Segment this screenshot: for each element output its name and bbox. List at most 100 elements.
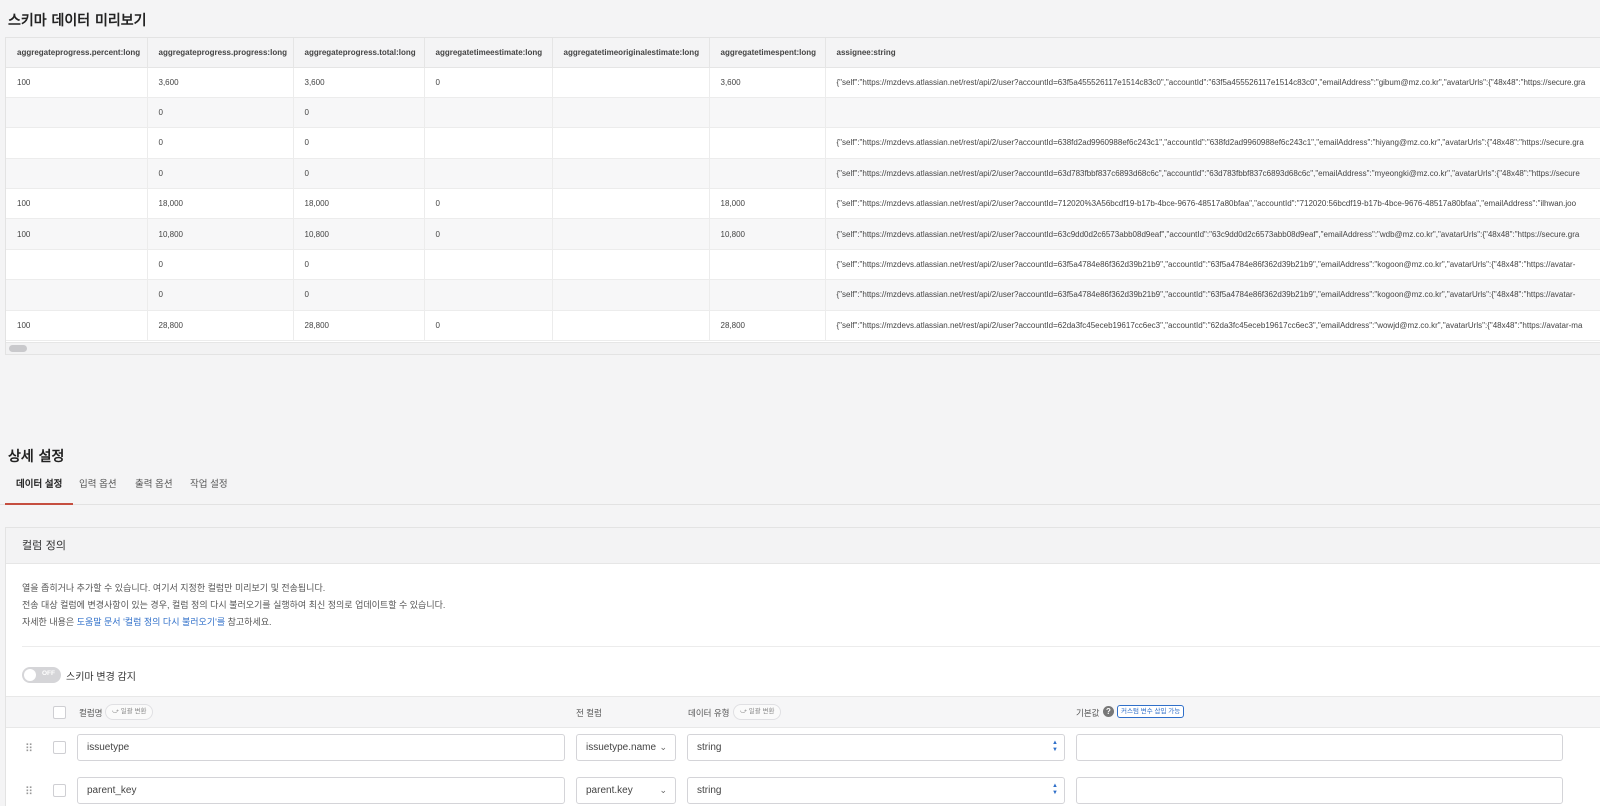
- table-row: 100 18,000 18,000 0 18,000 {"self":"https://m…: [6, 188, 1600, 220]
- preview-table: aggregateprogress.percent:long aggregatep…: [6, 38, 1600, 342]
- chevron-down-icon: ⌄: [659, 785, 667, 795]
- tab-data-settings[interactable]: 데이터 설정: [5, 467, 74, 505]
- data-type-value: string: [697, 742, 722, 753]
- data-type-select[interactable]: string ▲ ▼: [687, 777, 1065, 804]
- help-icon[interactable]: ?: [1103, 706, 1114, 717]
- table-cell: 3,600: [147, 67, 294, 98]
- table-cell: [709, 249, 826, 281]
- data-type-value: string: [697, 785, 722, 796]
- table-cell: [552, 188, 710, 220]
- custom-variable-badge: 커스텀 변수 삽입 가능: [1117, 705, 1185, 718]
- column-header[interactable]: assignee:string: [825, 38, 1600, 68]
- table-cell: 0: [147, 158, 294, 190]
- tab-input-options[interactable]: 입력 옵션: [68, 467, 128, 505]
- table-row: 0 0 {"self":"https://mzdevs.atlassian.net/…: [6, 279, 1600, 311]
- source-column-value: issuetype.name: [586, 742, 657, 753]
- drag-handle-icon[interactable]: ⠿: [25, 785, 33, 798]
- table-row: 00: [6, 97, 1600, 129]
- table-cell: 0: [424, 218, 553, 250]
- table-row: 0 0 {"self":"https://mzdevs.atlassian.net/…: [6, 249, 1600, 281]
- preview-table-container[interactable]: aggregateprogress.percent:long aggregatep…: [5, 37, 1600, 355]
- table-row: 0 0 {"self":"https://mzdevs.atlassian.net/…: [6, 158, 1600, 190]
- table-cell: 3,600: [709, 67, 826, 98]
- column-header[interactable]: aggregatetimespent:long: [709, 38, 826, 68]
- column-row: ⠿ parent_key parent.key ⌄ string ▲ ▼: [6, 771, 1600, 806]
- source-column-select[interactable]: parent.key ⌄: [576, 777, 676, 804]
- table-cell: 3,600: [293, 67, 425, 98]
- table-cell: [424, 249, 553, 281]
- bulk-convert-name-button[interactable]: ⤻ 일괄 변환: [105, 704, 154, 720]
- data-type-header: 데이터 유형: [688, 708, 730, 718]
- table-cell: [709, 127, 826, 159]
- bulk-convert-type-button[interactable]: ⤻ 일괄 변환: [733, 704, 782, 720]
- row-checkbox[interactable]: [53, 741, 66, 754]
- data-type-select[interactable]: string ▲ ▼: [687, 734, 1065, 761]
- table-cell: [709, 97, 826, 129]
- tab-output-options[interactable]: 출력 옵션: [124, 467, 184, 505]
- help-doc-link[interactable]: 도움말 문서 '컬럼 정의 다시 불러오기'를: [77, 617, 225, 627]
- table-cell: [6, 97, 148, 129]
- table-cell: [552, 310, 710, 342]
- toggle-knob: [24, 669, 36, 681]
- description-line: 전송 대상 컬럼에 변경사항이 있는 경우, 컬럼 정의 다시 불러오기를 실행…: [22, 600, 446, 610]
- default-value-input[interactable]: [1076, 734, 1563, 761]
- column-definition-description: 열을 좁히거나 추가할 수 있습니다. 여기서 지정한 컬럼만 미리보기 및 전…: [22, 580, 445, 631]
- table-cell: {"self":"https://mzdevs.atlassian.net/re…: [825, 188, 1600, 220]
- table-cell: 100: [6, 188, 148, 220]
- table-cell: {"self":"https://mzdevs.atlassian.net/re…: [825, 218, 1600, 250]
- horizontal-scrollbar[interactable]: [6, 342, 1600, 354]
- table-cell: 0: [293, 279, 425, 311]
- table-cell: 0: [293, 97, 425, 129]
- column-header[interactable]: aggregatetimeoriginalestimate:long: [552, 38, 710, 68]
- description-line: 자세한 내용은 도움말 문서 '컬럼 정의 다시 불러오기'를 참고하세요.: [22, 614, 445, 631]
- table-cell: 0: [293, 249, 425, 281]
- tab-job-settings[interactable]: 작업 설정: [179, 467, 239, 505]
- table-cell: 0: [147, 127, 294, 159]
- column-header-row: 컬럼명 ⤻ 일괄 변환 전 컬럼 데이터 유형 ⤻ 일괄 변환 기본값 ? 커스…: [6, 696, 1600, 728]
- column-name-input[interactable]: issuetype: [77, 734, 565, 761]
- table-cell: [424, 158, 553, 190]
- column-name-input[interactable]: parent_key: [77, 777, 565, 804]
- table-cell: 100: [6, 67, 148, 98]
- table-cell: [709, 158, 826, 190]
- table-cell: [552, 218, 710, 250]
- default-value-input[interactable]: [1076, 777, 1563, 804]
- table-row: 100 10,800 10,800 0 10,800 {"self":"https://m…: [6, 218, 1600, 250]
- table-cell: {"self":"https://mzdevs.atlassian.net/re…: [825, 310, 1600, 342]
- table-cell: [6, 279, 148, 311]
- table-cell: 10,800: [147, 218, 294, 250]
- source-column-header: 전 컬럼: [576, 708, 602, 718]
- schema-change-label: 스키마 변경 감지: [66, 672, 136, 683]
- table-cell: 0: [424, 67, 553, 98]
- table-cell: [552, 127, 710, 159]
- column-header[interactable]: aggregateprogress.percent:long: [6, 38, 148, 68]
- sort-updown-icon: ▲ ▼: [1052, 740, 1058, 753]
- source-column-select[interactable]: issuetype.name ⌄: [576, 734, 676, 761]
- table-cell: 0: [147, 249, 294, 281]
- table-cell: [709, 279, 826, 311]
- table-cell: [6, 127, 148, 159]
- row-checkbox[interactable]: [53, 784, 66, 797]
- select-all-checkbox[interactable]: [53, 706, 66, 719]
- column-definition-title: 컬럼 정의: [6, 528, 1600, 564]
- column-header[interactable]: aggregatetimeestimate:long: [424, 38, 553, 68]
- table-cell: [424, 127, 553, 159]
- table-cell: [424, 97, 553, 129]
- scrollbar-thumb[interactable]: [9, 345, 27, 352]
- drag-handle-icon[interactable]: ⠿: [25, 742, 33, 755]
- settings-tabs: 데이터 설정 입력 옵션 출력 옵션 작업 설정: [0, 467, 1600, 505]
- description-text: 참고하세요.: [225, 617, 272, 627]
- preview-title: 스키마 데이터 미리보기: [8, 13, 147, 29]
- table-cell: 0: [293, 158, 425, 190]
- detail-settings-title: 상세 설정: [8, 449, 65, 465]
- table-cell: 18,000: [147, 188, 294, 220]
- table-cell: 18,000: [293, 188, 425, 220]
- schema-change-toggle[interactable]: OFF: [22, 667, 61, 683]
- table-cell: 28,800: [709, 310, 826, 342]
- column-header[interactable]: aggregateprogress.progress:long: [147, 38, 294, 68]
- table-cell: [6, 249, 148, 281]
- table-cell: 0: [424, 188, 553, 220]
- table-cell: 0: [424, 310, 553, 342]
- column-header[interactable]: aggregateprogress.total:long: [293, 38, 425, 68]
- table-cell: 18,000: [709, 188, 826, 220]
